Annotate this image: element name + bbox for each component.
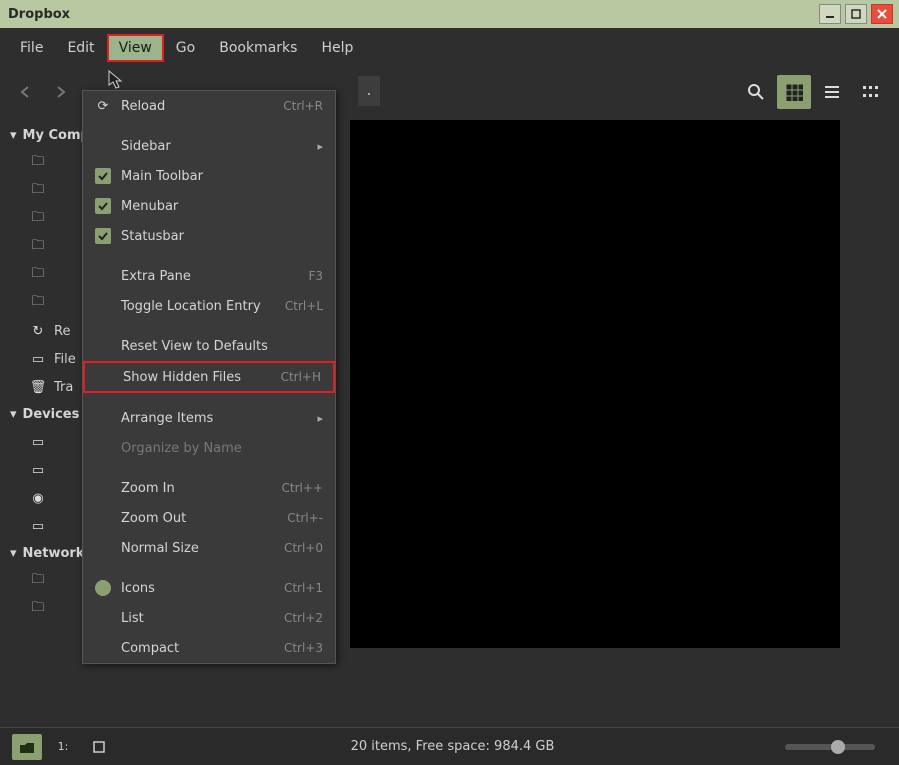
folder-icon: 🗀 [28, 211, 48, 227]
sidebar-section-label: Network [23, 546, 85, 561]
menu-compact-view[interactable]: Compact Ctrl+3 [83, 633, 335, 663]
show-places-button[interactable] [12, 734, 42, 760]
checkbox-checked-icon [95, 228, 111, 244]
statusbar: 1: 20 items, Free space: 984.4 GB [0, 727, 899, 765]
zoom-handle[interactable] [831, 740, 845, 754]
menu-show-hidden[interactable]: Show Hidden Files Ctrl+H [83, 361, 335, 393]
drive-icon: ▭ [28, 518, 48, 534]
folder-icon: 🗀 [28, 183, 48, 199]
zoom-slider[interactable] [785, 744, 875, 750]
folder-icon: 🗀 [28, 155, 48, 171]
menu-zoom-out[interactable]: Zoom Out Ctrl+- [83, 503, 335, 533]
back-button[interactable] [12, 78, 40, 106]
maximize-button[interactable] [845, 4, 867, 24]
menu-file[interactable]: File [8, 34, 55, 62]
search-button[interactable] [739, 75, 773, 109]
close-button[interactable] [871, 4, 893, 24]
folder-icon: 🗀 [28, 295, 48, 311]
menu-statusbar[interactable]: Statusbar [83, 221, 335, 251]
submenu-arrow-icon [309, 411, 323, 426]
menu-main-toolbar[interactable]: Main Toolbar [83, 161, 335, 191]
close-sidebar-button[interactable] [84, 734, 114, 760]
minimize-button[interactable] [819, 4, 841, 24]
checkbox-checked-icon [95, 198, 111, 214]
breadcrumb-segment[interactable]: . [358, 76, 380, 106]
menu-bookmarks[interactable]: Bookmarks [207, 34, 309, 62]
menu-reload[interactable]: ⟳ Reload Ctrl+R [83, 91, 335, 121]
menu-view[interactable]: View [107, 34, 164, 62]
sync-icon: ↻ [28, 323, 48, 339]
checkbox-checked-icon [95, 168, 111, 184]
menu-normal-size[interactable]: Normal Size Ctrl+0 [83, 533, 335, 563]
menu-zoom-in[interactable]: Zoom In Ctrl++ [83, 473, 335, 503]
redacted-content [350, 120, 840, 648]
compact-view-button[interactable] [853, 75, 887, 109]
disc-icon: ◉ [28, 490, 48, 506]
menu-toggle-location[interactable]: Toggle Location Entry Ctrl+L [83, 291, 335, 321]
icon-view-button[interactable] [777, 75, 811, 109]
menu-go[interactable]: Go [164, 34, 207, 62]
menu-help[interactable]: Help [309, 34, 365, 62]
status-text: 20 items, Free space: 984.4 GB [120, 739, 785, 754]
mouse-cursor-icon [108, 70, 126, 92]
list-view-button[interactable] [815, 75, 849, 109]
chevron-down-icon: ▾ [10, 546, 17, 561]
trash-icon: 🗑 [28, 379, 48, 395]
menu-list-view[interactable]: List Ctrl+2 [83, 603, 335, 633]
network-icon: 🗀 [28, 573, 48, 589]
drive-icon: ▭ [28, 434, 48, 450]
menu-edit[interactable]: Edit [55, 34, 106, 62]
radio-icon [95, 640, 111, 656]
folder-icon: 🗀 [28, 267, 48, 283]
drive-icon: ▭ [28, 462, 48, 478]
sidebar-section-label: Devices [23, 407, 80, 422]
submenu-arrow-icon [309, 139, 323, 154]
treeview-button[interactable]: 1: [48, 734, 78, 760]
radio-selected-icon [95, 580, 111, 596]
menu-organize: Organize by Name [83, 433, 335, 463]
menu-extra-pane[interactable]: Extra Pane F3 [83, 261, 335, 291]
menu-arrange-items[interactable]: Arrange Items [83, 403, 335, 433]
chevron-down-icon: ▾ [10, 128, 17, 143]
window-title: Dropbox [6, 7, 815, 22]
menu-reset-view[interactable]: Reset View to Defaults [83, 331, 335, 361]
titlebar: Dropbox [0, 0, 899, 28]
radio-icon [95, 610, 111, 626]
menu-menubar[interactable]: Menubar [83, 191, 335, 221]
forward-button[interactable] [46, 78, 74, 106]
chevron-down-icon: ▾ [10, 407, 17, 422]
drive-icon: ▭ [28, 351, 48, 367]
reload-icon: ⟳ [95, 98, 111, 114]
network-icon: 🗀 [28, 601, 48, 617]
view-dropdown: ⟳ Reload Ctrl+R Sidebar Main Toolbar Men… [82, 90, 336, 664]
menu-icons-view[interactable]: Icons Ctrl+1 [83, 573, 335, 603]
menubar: File Edit View Go Bookmarks Help [0, 28, 899, 68]
menu-sidebar[interactable]: Sidebar [83, 131, 335, 161]
folder-icon: 🗀 [28, 239, 48, 255]
